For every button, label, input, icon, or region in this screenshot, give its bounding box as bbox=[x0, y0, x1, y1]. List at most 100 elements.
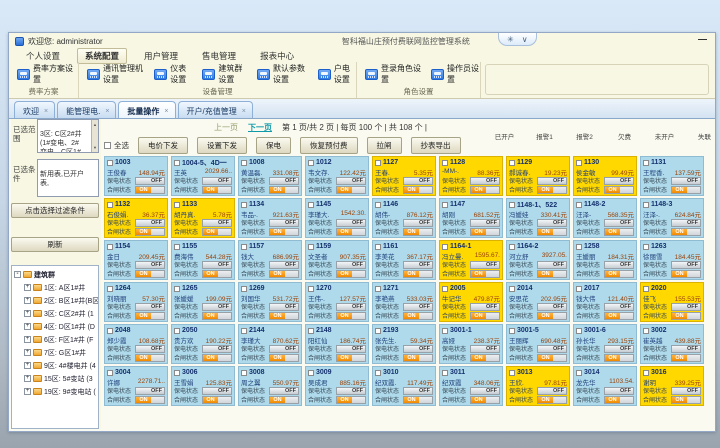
breaker-status-toggle[interactable]: ON bbox=[671, 270, 701, 278]
breaker-status-toggle[interactable]: ON bbox=[269, 228, 299, 236]
meter-card[interactable]: 1146 胡伟- 876.12元 保电状态 OFF 合闸状态 ON bbox=[372, 198, 436, 238]
ribbon-button[interactable]: 登录角色设置 bbox=[365, 63, 421, 85]
card-checkbox[interactable] bbox=[308, 286, 314, 292]
card-checkbox[interactable] bbox=[509, 328, 515, 334]
supply-status-toggle[interactable]: OFF bbox=[269, 303, 299, 311]
card-checkbox[interactable] bbox=[576, 328, 582, 334]
supply-status-toggle[interactable]: OFF bbox=[604, 387, 634, 395]
expand-node-icon[interactable]: + bbox=[24, 349, 31, 356]
supply-status-toggle[interactable]: OFF bbox=[537, 345, 567, 353]
tree-item[interactable]: + 3区: C区2#井 (1 bbox=[24, 307, 98, 320]
breaker-status-toggle[interactable]: ON bbox=[135, 270, 165, 278]
meter-card[interactable]: 3014 龙先华 1103.54. 保电状态 OFF 合闸状态 ON bbox=[573, 366, 637, 406]
meter-card[interactable]: 1127 王春. 5.35元 保电状态 OFF 合闸状态 ON bbox=[372, 156, 436, 196]
card-checkbox[interactable] bbox=[308, 328, 314, 334]
breaker-status-toggle[interactable]: ON bbox=[336, 228, 366, 236]
card-checkbox[interactable] bbox=[576, 202, 582, 208]
action-button[interactable]: 电价下发 bbox=[138, 137, 188, 154]
meter-card[interactable]: 1263 徐丽雪 184.45元 保电状态 OFF 合闸状态 ON bbox=[640, 240, 704, 280]
supply-status-toggle[interactable]: OFF bbox=[336, 261, 366, 269]
card-checkbox[interactable] bbox=[107, 202, 113, 208]
breaker-status-toggle[interactable]: ON bbox=[403, 270, 433, 278]
meter-card[interactable]: 3009 吴成君 885.16元 保电状态 OFF 合闸状态 ON bbox=[305, 366, 369, 406]
breaker-status-toggle[interactable]: ON bbox=[269, 354, 299, 362]
card-checkbox[interactable] bbox=[241, 160, 247, 166]
supply-status-toggle[interactable]: OFF bbox=[604, 177, 634, 185]
supply-status-toggle[interactable]: OFF bbox=[336, 177, 366, 185]
card-checkbox[interactable] bbox=[442, 160, 448, 166]
breaker-status-toggle[interactable]: ON bbox=[671, 396, 701, 404]
breaker-status-toggle[interactable]: ON bbox=[671, 228, 701, 236]
meter-card[interactable]: 2050 贵方欢 190.22元 保电状态 OFF 合闸状态 ON bbox=[171, 324, 235, 364]
breaker-status-toggle[interactable]: ON bbox=[135, 396, 165, 404]
card-checkbox[interactable] bbox=[308, 202, 314, 208]
breaker-status-toggle[interactable]: ON bbox=[269, 396, 299, 404]
breaker-status-toggle[interactable]: ON bbox=[336, 396, 366, 404]
expand-node-icon[interactable]: + bbox=[24, 284, 31, 291]
card-checkbox[interactable] bbox=[375, 370, 381, 376]
breaker-status-toggle[interactable]: ON bbox=[336, 312, 366, 320]
meter-card[interactable]: 1264 刘晓丽 57.30元 保电状态 OFF 合闸状态 ON bbox=[104, 282, 168, 322]
breaker-status-toggle[interactable]: ON bbox=[269, 312, 299, 320]
meter-card[interactable]: 1159 文圣者 907.35元 保电状态 OFF 合闸状态 ON bbox=[305, 240, 369, 280]
breaker-status-toggle[interactable]: ON bbox=[470, 270, 500, 278]
expand-node-icon[interactable]: + bbox=[24, 388, 31, 395]
meter-card[interactable]: 3002 崔英越 439.88元 保电状态 OFF 合闸状态 ON bbox=[640, 324, 704, 364]
card-checkbox[interactable] bbox=[308, 370, 314, 376]
action-button[interactable]: 恢复预付费 bbox=[300, 137, 358, 154]
meter-card[interactable]: 1134 韦品-. 921.63元 保电状态 OFF 合闸状态 ON bbox=[238, 198, 302, 238]
card-checkbox[interactable] bbox=[643, 160, 649, 166]
card-checkbox[interactable] bbox=[107, 160, 113, 166]
card-checkbox[interactable] bbox=[643, 370, 649, 376]
supply-status-toggle[interactable]: OFF bbox=[470, 345, 500, 353]
supply-status-toggle[interactable]: OFF bbox=[470, 261, 500, 269]
supply-status-toggle[interactable]: OFF bbox=[202, 177, 232, 185]
card-checkbox[interactable] bbox=[308, 244, 314, 250]
card-checkbox[interactable] bbox=[241, 202, 247, 208]
ribbon-button[interactable]: 默认参数设置 bbox=[257, 63, 308, 85]
card-checkbox[interactable] bbox=[174, 286, 180, 292]
supply-status-toggle[interactable]: OFF bbox=[604, 261, 634, 269]
card-checkbox[interactable] bbox=[174, 328, 180, 334]
ribbon-button[interactable]: 建筑群设置 bbox=[202, 63, 247, 85]
card-checkbox[interactable] bbox=[107, 286, 113, 292]
tree-item[interactable]: + 15区: 5#变站 (3 bbox=[24, 372, 98, 385]
card-checkbox[interactable] bbox=[643, 202, 649, 208]
tree-item[interactable]: + 7区: G区1#井 bbox=[24, 346, 98, 359]
breaker-status-toggle[interactable]: ON bbox=[336, 354, 366, 362]
card-checkbox[interactable] bbox=[174, 160, 180, 166]
card-checkbox[interactable] bbox=[442, 370, 448, 376]
tab-close-icon[interactable]: × bbox=[105, 108, 109, 115]
supply-status-toggle[interactable]: OFF bbox=[470, 303, 500, 311]
card-checkbox[interactable] bbox=[107, 328, 113, 334]
collapse-node-icon[interactable]: - bbox=[14, 271, 21, 278]
card-checkbox[interactable] bbox=[241, 286, 247, 292]
tab-close-icon[interactable]: × bbox=[164, 108, 168, 115]
breaker-status-toggle[interactable]: ON bbox=[537, 312, 567, 320]
next-page-link[interactable]: 下一页 bbox=[248, 122, 272, 133]
meter-card[interactable]: 3010 纪双霞. 117.49元 保电状态 OFF 合闸状态 ON bbox=[372, 366, 436, 406]
card-checkbox[interactable] bbox=[442, 244, 448, 250]
supply-status-toggle[interactable]: OFF bbox=[604, 303, 634, 311]
card-checkbox[interactable] bbox=[442, 202, 448, 208]
meter-card[interactable]: 1154 金日 209.45元 保电状态 OFF 合闸状态 ON bbox=[104, 240, 168, 280]
card-checkbox[interactable] bbox=[643, 286, 649, 292]
tree-item[interactable]: + 1区: A区1#井 bbox=[24, 281, 98, 294]
meter-card[interactable]: 2148 阳红仙 186.74元 保电状态 OFF 合闸状态 ON bbox=[305, 324, 369, 364]
card-checkbox[interactable] bbox=[576, 160, 582, 166]
breaker-status-toggle[interactable]: ON bbox=[403, 186, 433, 194]
collapse-ribbon-icon[interactable]: ∨ bbox=[522, 35, 528, 44]
select-all-checkbox[interactable] bbox=[104, 142, 111, 149]
tree-item[interactable]: + 6区: F区1#井 (F bbox=[24, 333, 98, 346]
meter-card[interactable]: 1131 王程香. 137.59元 保电状态 OFF 合闸状态 ON bbox=[640, 156, 704, 196]
menu-item[interactable]: 用户管理 bbox=[137, 49, 185, 63]
meter-card[interactable]: 3001-5 王丽辉 690.48元 保电状态 OFF 合闸状态 ON bbox=[506, 324, 570, 364]
supply-status-toggle[interactable]: OFF bbox=[537, 261, 567, 269]
meter-card[interactable]: 1148-3 汪泽-. 624.84元 保电状态 OFF 合闸状态 ON bbox=[640, 198, 704, 238]
meter-card[interactable]: 3016 谢玥 339.25元 保电状态 OFF 合闸状态 ON bbox=[640, 366, 704, 406]
card-checkbox[interactable] bbox=[576, 244, 582, 250]
supply-status-toggle[interactable]: OFF bbox=[269, 219, 299, 227]
breaker-status-toggle[interactable]: ON bbox=[135, 186, 165, 194]
action-button[interactable]: 拉闸 bbox=[367, 137, 402, 154]
supply-status-toggle[interactable]: OFF bbox=[202, 345, 232, 353]
